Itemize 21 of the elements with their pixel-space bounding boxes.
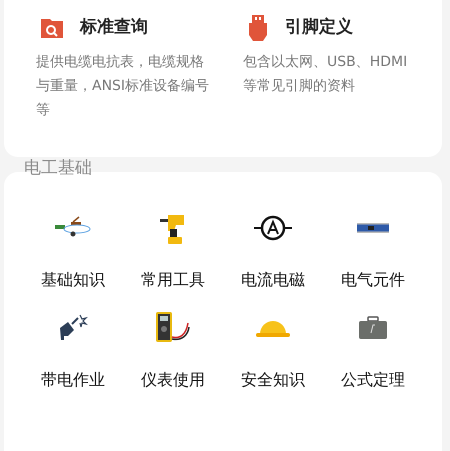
connector-plug-icon (247, 15, 269, 41)
category-label[interactable]: 常用工具 (141, 268, 205, 292)
feature-description: 包含以太网、USB、HDMI等常见引脚的资料 (243, 53, 408, 96)
feature-title[interactable]: 标准查询 (80, 15, 148, 41)
category-label[interactable]: 公式定理 (341, 368, 405, 392)
category-label[interactable]: 基础知识 (41, 268, 105, 292)
feature-title[interactable]: 引脚定义 (285, 15, 353, 41)
section-title: 电工基础 (24, 158, 92, 178)
category-label[interactable]: 电气元件 (341, 268, 405, 292)
category-label[interactable]: 带电作业 (41, 368, 105, 392)
feature-description: 提供电缆电抗表，电缆规格与重量，ANSI标准设备编号等 (36, 53, 210, 120)
ammeter-symbol-icon (254, 214, 292, 240)
multimeter-drawing (154, 310, 192, 344)
circuit-board-icon (356, 220, 390, 234)
folder-search-icon (40, 16, 64, 40)
category-label[interactable]: 仪表使用 (141, 368, 205, 392)
circuit-drawing (53, 216, 93, 240)
category-label[interactable]: 电流电磁 (241, 268, 305, 292)
live-plug-icon (58, 314, 88, 342)
category-label[interactable]: 安全知识 (241, 368, 305, 392)
briefcase-icon (358, 316, 388, 340)
